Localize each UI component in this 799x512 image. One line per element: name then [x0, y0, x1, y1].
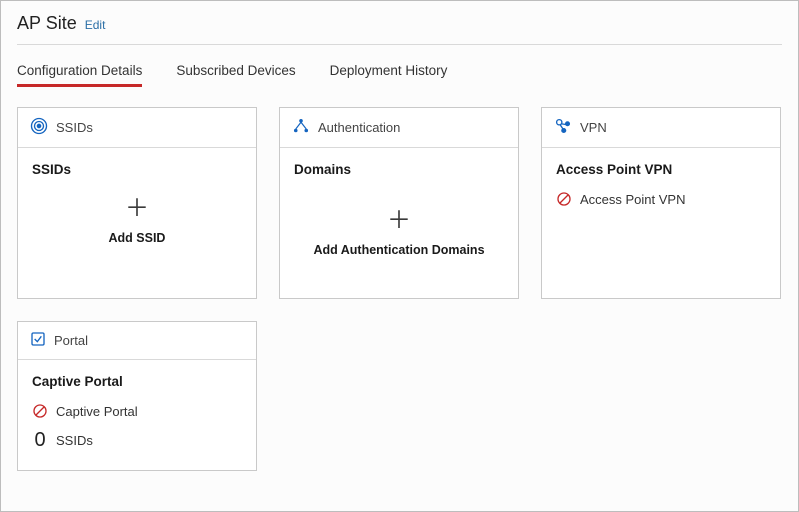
card-head-authentication: Authentication [280, 108, 518, 148]
disabled-icon [556, 191, 572, 207]
tab-subscribed-devices[interactable]: Subscribed Devices [176, 63, 295, 87]
vpn-status-row: Access Point VPN [556, 191, 766, 207]
portal-ssids-label: SSIDs [56, 433, 93, 448]
card-body-ssids: SSIDs ＋ Add SSID [18, 148, 256, 265]
card-head-portal: Portal [18, 322, 256, 360]
add-auth-domain-button[interactable]: ＋ Add Authentication Domains [294, 191, 504, 259]
disabled-icon [32, 403, 48, 419]
card-body-authentication: Domains ＋ Add Authentication Domains [280, 148, 518, 277]
card-ssids: SSIDs SSIDs ＋ Add SSID [17, 107, 257, 299]
card-head-label: Portal [54, 333, 88, 348]
add-ssid-button[interactable]: ＋ Add SSID [32, 191, 242, 247]
card-portal: Portal Captive Portal Captive Portal 0 S… [17, 321, 257, 471]
auth-hierarchy-icon [292, 117, 310, 138]
tabs: Configuration Details Subscribed Devices… [17, 63, 782, 87]
card-subtitle: SSIDs [32, 162, 242, 177]
card-subtitle: Access Point VPN [556, 162, 766, 177]
card-body-vpn: Access Point VPN Access Point VPN [542, 148, 780, 298]
portal-ssids-count: 0 [32, 429, 48, 452]
portal-checkbox-icon [30, 331, 46, 350]
card-authentication: Authentication Domains ＋ Add Authenticat… [279, 107, 519, 299]
card-subtitle: Captive Portal [32, 374, 242, 389]
card-body-portal: Captive Portal Captive Portal 0 SSIDs [18, 360, 256, 470]
add-label: Add Authentication Domains [313, 243, 484, 257]
portal-status-label: Captive Portal [56, 404, 138, 419]
vpn-status-label: Access Point VPN [580, 192, 686, 207]
card-head-ssids: SSIDs [18, 108, 256, 148]
card-head-label: SSIDs [56, 120, 93, 135]
tab-configuration-details[interactable]: Configuration Details [17, 63, 142, 87]
card-head-vpn: VPN [542, 108, 780, 148]
plus-icon: ＋ [387, 209, 411, 233]
page-header: AP Site Edit [17, 13, 782, 45]
page-container: AP Site Edit Configuration Details Subsc… [0, 0, 799, 512]
card-vpn: VPN Access Point VPN Access Point VPN [541, 107, 781, 299]
portal-status-row: Captive Portal [32, 403, 242, 419]
edit-link[interactable]: Edit [85, 18, 106, 32]
page-title: AP Site [17, 13, 77, 34]
card-head-label: VPN [580, 120, 607, 135]
card-subtitle: Domains [294, 162, 504, 177]
wifi-target-icon [30, 117, 48, 138]
portal-ssids-row: 0 SSIDs [32, 429, 242, 452]
card-head-label: Authentication [318, 120, 400, 135]
tab-deployment-history[interactable]: Deployment History [330, 63, 448, 87]
add-label: Add SSID [109, 231, 166, 245]
plus-icon: ＋ [125, 197, 149, 221]
cards-row-2: Portal Captive Portal Captive Portal 0 S… [17, 321, 782, 471]
vpn-network-icon [554, 117, 572, 138]
cards-row-1: SSIDs SSIDs ＋ Add SSID [17, 107, 782, 299]
